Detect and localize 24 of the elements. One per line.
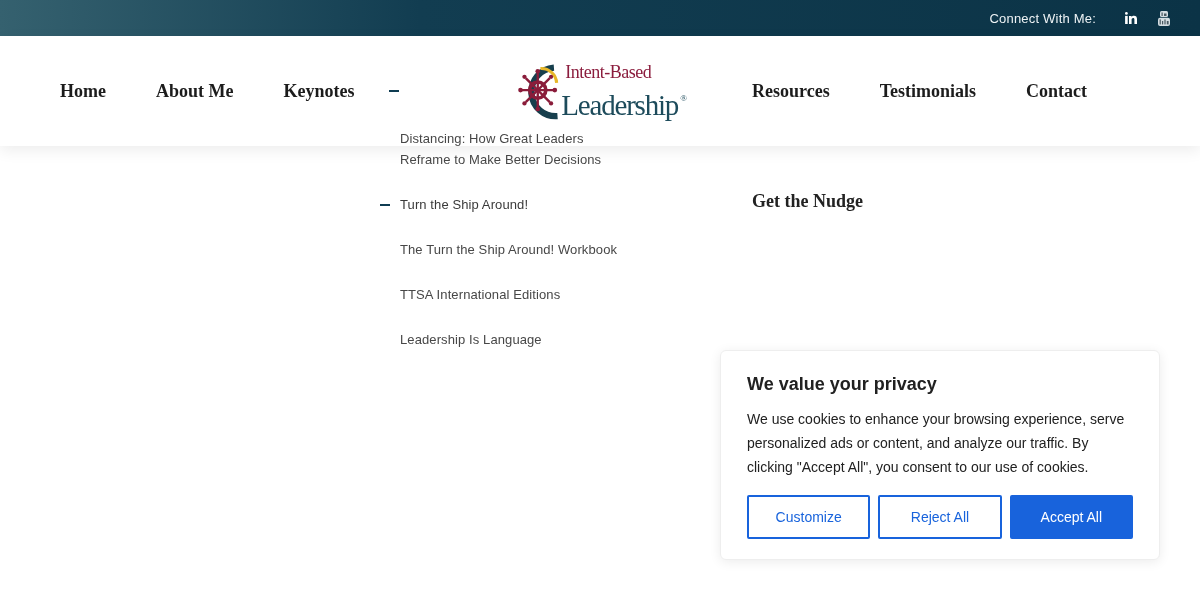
nav-link[interactable]: Home <box>60 80 106 102</box>
linkedin-icon[interactable] <box>1125 12 1137 24</box>
nav-link[interactable]: Resources <box>752 80 830 102</box>
nav-link[interactable]: Keynotes <box>283 80 355 102</box>
youtube-icon[interactable] <box>1158 10 1170 26</box>
nav-link[interactable]: About Me <box>156 80 234 102</box>
cookie-title: We value your privacy <box>747 373 938 395</box>
consent-button[interactable]: Customize <box>747 495 871 539</box>
nav-link[interactable]: Contact <box>1026 80 1087 102</box>
submenu-link[interactable]: Turn the Ship Around! <box>400 194 529 215</box>
minus-icon[interactable] <box>389 90 400 92</box>
logo-tagline[interactable]: Intent-Based <box>565 61 652 82</box>
logo-wordmark[interactable]: Leadership$^{®}$ <box>561 81 687 121</box>
nav-link[interactable]: Testimonials <box>879 80 976 102</box>
cookie-text: We use cookies to enhance your browsing experience, serve personalized ads or content, and analyze our traffic. By clicking "Accept All", you consent to our use of cookies. <box>747 410 1126 477</box>
sidebar-heading: Get the Nudge <box>752 190 863 212</box>
consent-button[interactable]: Reject All <box>878 495 1002 539</box>
consent-button[interactable]: Accept All <box>1009 495 1133 539</box>
minus-icon[interactable] <box>380 203 390 206</box>
submenu-link[interactable]: The Turn the Ship Around! Workbook <box>400 239 618 260</box>
submenu-link[interactable]: Distancing: How Great Leaders Reframe to Make Better Decisions <box>400 128 625 170</box>
submenu-link[interactable]: Leadership Is Language <box>400 329 542 350</box>
submenu-link[interactable]: TTSA International Editions <box>400 284 561 305</box>
connect-label: Connect With Me: <box>989 10 1096 26</box>
